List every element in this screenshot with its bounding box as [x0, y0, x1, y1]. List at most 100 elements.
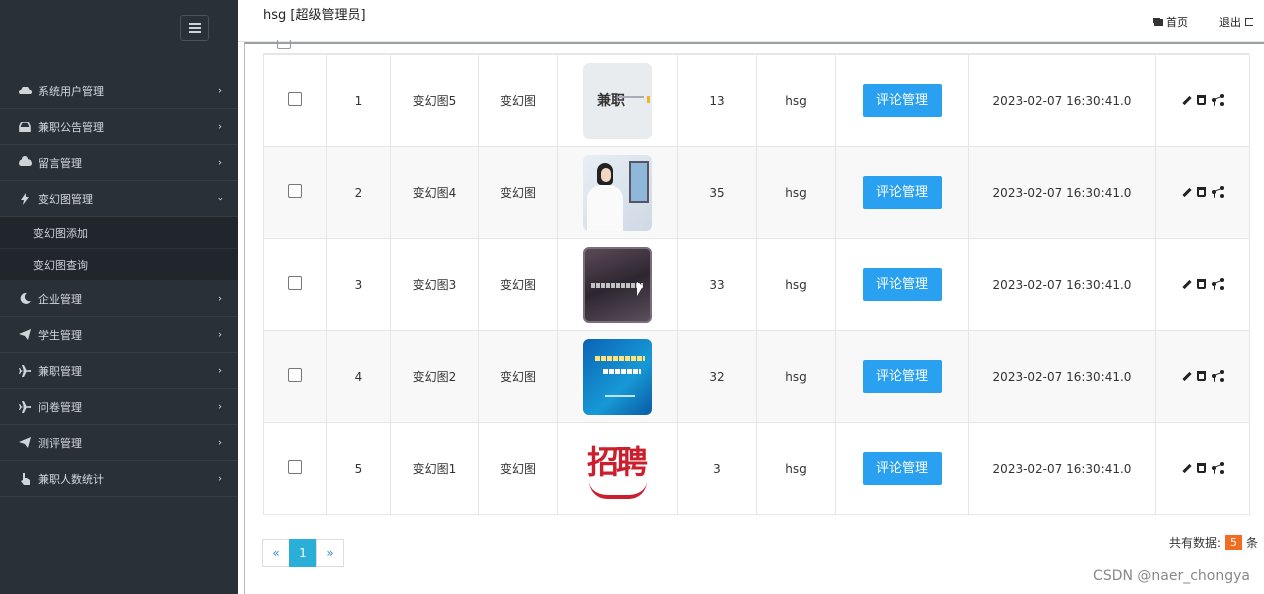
row-name: 变幻图4: [390, 146, 479, 239]
row-select-cell: [263, 422, 327, 515]
thumb-woman-phone: [583, 154, 652, 231]
row-thumbnail-cell: 兼职: [557, 54, 678, 147]
row-thumbnail-cell: [557, 146, 678, 239]
total-count-badge: 5: [1224, 535, 1242, 550]
sidebar-item-messages[interactable]: 留言管理 ›: [0, 145, 238, 181]
comment-manage-button[interactable]: 评论管理: [862, 452, 942, 485]
share-icon[interactable]: [1212, 93, 1224, 106]
logout-label: 退出: [1219, 16, 1241, 29]
row-count: 33: [677, 238, 757, 331]
row-user: hsg: [756, 330, 836, 423]
trash-icon[interactable]: [1197, 186, 1206, 197]
row-select-cell: [263, 146, 327, 239]
row-user: hsg: [756, 238, 836, 331]
sidebar-item-companies[interactable]: 企业管理 ›: [0, 281, 238, 317]
sidebar-item-label: 企业管理: [38, 292, 82, 306]
sidebar-item-assessments[interactable]: 测评管理 ›: [0, 425, 238, 461]
row-name: 变幻图2: [390, 330, 479, 423]
row-type: 变幻图: [478, 422, 558, 515]
row-ops-cell: [1155, 54, 1250, 147]
sidebar-item-students[interactable]: 学生管理 ›: [0, 317, 238, 353]
row-checkbox[interactable]: [288, 368, 302, 382]
cloud-icon: [18, 156, 32, 170]
trash-icon[interactable]: [1197, 462, 1206, 473]
thumb-dark-slide: [583, 246, 652, 323]
sidebar-item-surveys[interactable]: 问卷管理 ›: [0, 389, 238, 425]
edit-icon[interactable]: [1181, 371, 1191, 381]
table-row: 2 变幻图4 变幻图 35 hsg 评论管理 2023-02-07 16:30:…: [263, 146, 1250, 239]
total-count: 共有数据: 5 条: [1169, 534, 1258, 551]
carousel-table: 1 变幻图5 变幻图 兼职 13 hsg 评论管理 2023-02-07 16:…: [263, 54, 1250, 515]
share-icon[interactable]: [1212, 185, 1224, 198]
row-time: 2023-02-07 16:30:41.0: [968, 422, 1156, 515]
row-thumbnail-cell: 招聘: [557, 422, 678, 515]
trash-icon[interactable]: [1197, 94, 1206, 105]
pagination-next[interactable]: »: [316, 539, 344, 567]
thumb-blue-poster: [583, 338, 652, 415]
sidebar-item-job-stats[interactable]: 兼职人数统计 ›: [0, 461, 238, 497]
sidebar-item-label: 兼职管理: [38, 364, 82, 378]
thumb-zhaopin: 招聘: [583, 430, 652, 507]
comment-manage-button[interactable]: 评论管理: [862, 360, 942, 393]
trash-icon[interactable]: [1197, 278, 1206, 289]
chevron-right-icon: ›: [218, 401, 222, 412]
row-ops-cell: [1155, 238, 1250, 331]
home-label: 首页: [1166, 16, 1188, 29]
sidebar-subitem-carousel-query[interactable]: 变幻图查询: [0, 249, 238, 281]
chevron-down-icon: ›: [214, 196, 226, 201]
trash-icon[interactable]: [1197, 370, 1206, 381]
row-index: 1: [326, 54, 391, 147]
share-icon[interactable]: [1212, 277, 1224, 290]
sidebar-item-jobs[interactable]: 兼职管理 ›: [0, 353, 238, 389]
row-select-cell: [263, 238, 327, 331]
sidebar-item-system-users[interactable]: 系统用户管理 ›: [0, 73, 238, 109]
chevron-right-icon: ›: [218, 329, 222, 340]
share-icon[interactable]: [1212, 369, 1224, 382]
top-header: hsg [超级管理员] 首页 退出: [238, 0, 1264, 42]
sidebar-toggle-button[interactable]: [180, 15, 209, 41]
share-icon[interactable]: [1212, 461, 1224, 474]
row-user: hsg: [756, 54, 836, 147]
plane-icon: [18, 400, 32, 414]
sidebar-item-carousel[interactable]: 变幻图管理 ›: [0, 181, 238, 217]
edit-icon[interactable]: [1181, 279, 1191, 289]
sidebar-item-job-notices[interactable]: 兼职公告管理 ›: [0, 109, 238, 145]
row-select-cell: [263, 330, 327, 423]
row-index: 3: [326, 238, 391, 331]
sidebar-item-label: 学生管理: [38, 328, 82, 342]
chevron-right-icon: ›: [218, 473, 222, 484]
pagination-prev[interactable]: «: [262, 539, 290, 567]
edit-icon[interactable]: [1181, 187, 1191, 197]
sidebar-item-label: 问卷管理: [38, 400, 82, 414]
menu-icon: [188, 27, 201, 29]
row-checkbox[interactable]: [288, 92, 302, 106]
row-checkbox[interactable]: [288, 184, 302, 198]
row-ops-cell: [1155, 422, 1250, 515]
row-user: hsg: [756, 422, 836, 515]
edit-icon[interactable]: [1181, 463, 1191, 473]
edit-icon[interactable]: [1181, 95, 1191, 105]
sidebar: 系统用户管理 › 兼职公告管理 › 留言管理 › 变幻图管理 › 变幻图添加 变…: [0, 0, 238, 594]
comment-manage-button[interactable]: 评论管理: [862, 176, 942, 209]
table-row: 1 变幻图5 变幻图 兼职 13 hsg 评论管理 2023-02-07 16:…: [263, 54, 1250, 147]
row-checkbox[interactable]: [288, 460, 302, 474]
row-time: 2023-02-07 16:30:41.0: [968, 238, 1156, 331]
main-content: 1 变幻图5 变幻图 兼职 13 hsg 评论管理 2023-02-07 16:…: [244, 40, 1264, 594]
send-icon: [18, 436, 32, 450]
comment-manage-button[interactable]: 评论管理: [862, 268, 942, 301]
chevron-right-icon: ›: [218, 293, 222, 304]
pagination-page-1[interactable]: 1: [289, 539, 317, 567]
comment-manage-button[interactable]: 评论管理: [862, 84, 942, 117]
row-name: 变幻图3: [390, 238, 479, 331]
send-icon: [18, 328, 32, 342]
inbox-icon: [18, 120, 32, 134]
row-time: 2023-02-07 16:30:41.0: [968, 54, 1156, 147]
row-checkbox[interactable]: [288, 276, 302, 290]
home-link[interactable]: 首页: [1154, 14, 1188, 30]
logout-link[interactable]: 退出: [1219, 14, 1253, 30]
plane-icon: [18, 364, 32, 378]
current-user: hsg [超级管理员]: [263, 8, 366, 23]
select-all-checkbox[interactable]: [277, 40, 291, 49]
row-name: 变幻图1: [390, 422, 479, 515]
sidebar-subitem-carousel-add[interactable]: 变幻图添加: [0, 217, 238, 249]
